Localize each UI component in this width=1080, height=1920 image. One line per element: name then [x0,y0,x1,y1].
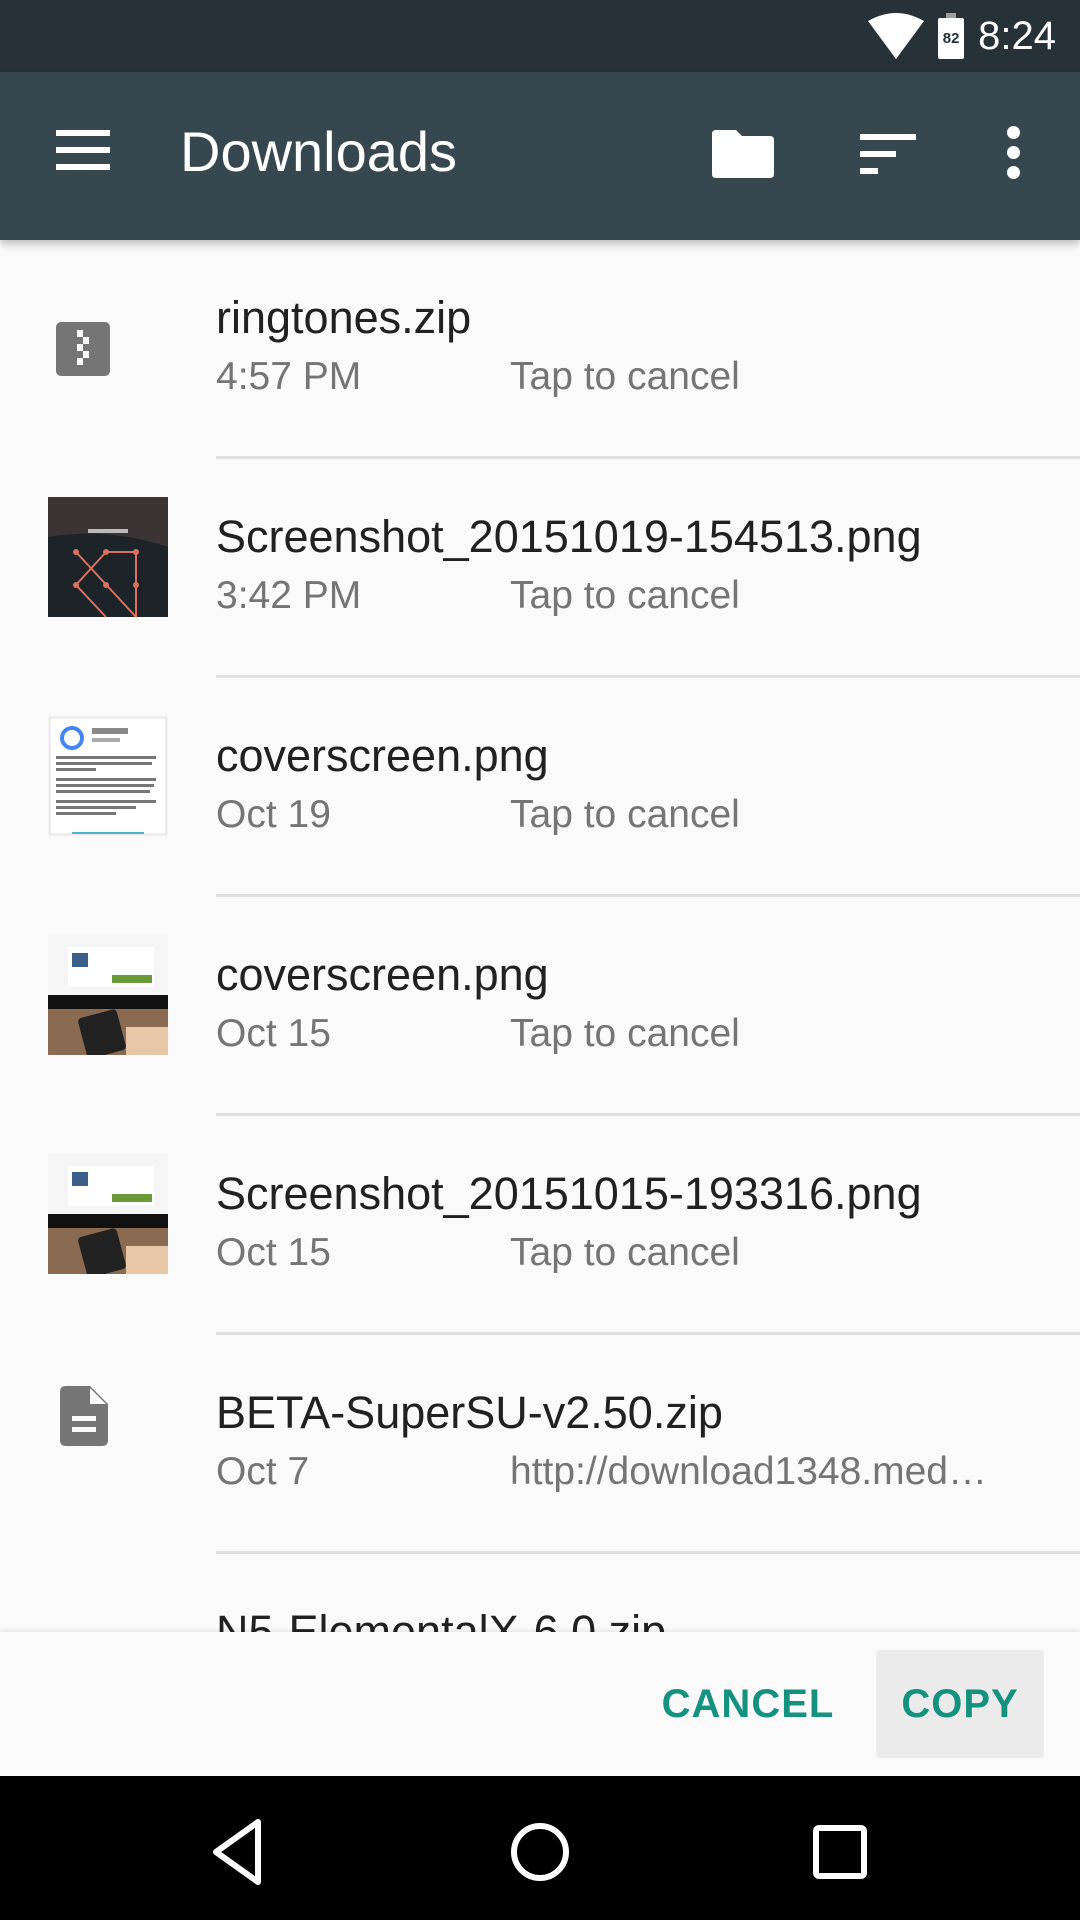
file-date: Oct 15 [216,1012,331,1055]
list-item[interactable]: ringtones.zip 4:57 PM Tap to cancel [0,240,1080,459]
file-date: Oct 7 [216,1450,310,1493]
folder-icon[interactable] [712,130,774,178]
wifi-icon [868,13,925,59]
file-status: Tap to cancel [510,793,740,836]
file-date: Oct 15 [216,1231,331,1274]
battery-icon: 82 [938,13,965,59]
image-thumbnail [48,1154,168,1274]
image-thumbnail [48,497,168,617]
home-icon[interactable] [500,1812,580,1892]
page-title: Downloads [180,120,458,183]
list-item[interactable]: Screenshot_20151015-193316.png Oct 15 Ta… [0,1116,1080,1335]
file-date: Oct 19 [216,793,331,836]
document-icon [60,1386,108,1446]
file-name: Screenshot_20151015-193316.png [216,1168,922,1219]
file-name: BETA-SuperSU-v2.50.zip [216,1387,723,1438]
back-icon[interactable] [202,1812,282,1892]
file-date: 3:42 PM [216,574,362,617]
file-name: N5-ElementalX-6.0.zip [216,1606,667,1632]
navigation-bar [0,1776,1080,1920]
file-status: Tap to cancel [510,574,740,617]
file-status: Tap to cancel [510,1012,740,1055]
file-name: Screenshot_20151019-154513.png [216,511,922,562]
copy-button[interactable]: COPY [876,1650,1044,1758]
file-name: coverscreen.png [216,949,549,1000]
battery-level: 82 [942,30,960,47]
file-name: ringtones.zip [216,292,472,343]
list-item[interactable]: BETA-SuperSU-v2.50.zip Oct 7 http://down… [0,1335,1080,1554]
list-item[interactable]: coverscreen.png Oct 19 Tap to cancel [0,678,1080,897]
app-toolbar: Downloads [0,72,1080,240]
cancel-button[interactable]: CANCEL [648,1650,848,1758]
list-item[interactable]: N5-ElementalX-6.0.zip [0,1554,1080,1632]
file-status: Tap to cancel [510,1231,740,1274]
recents-icon[interactable] [800,1812,880,1892]
image-thumbnail [48,935,168,1055]
sort-icon[interactable] [860,134,916,174]
hamburger-menu-icon[interactable] [56,130,110,170]
list-item[interactable]: Screenshot_20151019-154513.png 3:42 PM T… [0,459,1080,678]
clock: 8:24 [978,13,1056,58]
file-name: coverscreen.png [216,730,549,781]
file-source-url: http://download1348.med… [510,1450,987,1493]
status-bar: 82 8:24 [0,0,1080,72]
more-vert-icon[interactable] [1000,126,1028,180]
dialog-action-bar: CANCEL COPY [0,1632,1080,1776]
file-date: 4:57 PM [216,355,362,398]
zip-icon [56,322,110,376]
image-thumbnail [48,716,168,836]
list-item[interactable]: coverscreen.png Oct 15 Tap to cancel [0,897,1080,1116]
file-status: Tap to cancel [510,355,740,398]
downloads-list[interactable]: ringtones.zip 4:57 PM Tap to cancel Scre… [0,240,1080,1632]
